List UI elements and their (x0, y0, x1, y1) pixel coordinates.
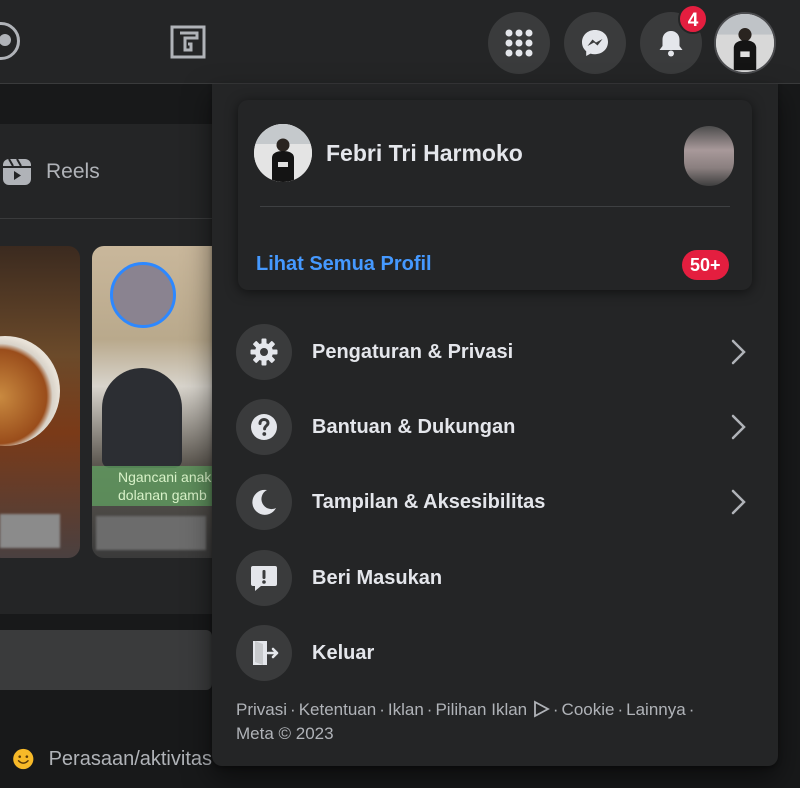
footer-link-more[interactable]: Lainnya (626, 700, 686, 719)
menu-item-help-support[interactable]: Bantuan & Dukungan (236, 397, 756, 457)
account-dropdown-menu: Febri Tri Harmoko Lihat Semua Profil 50+ (212, 84, 778, 766)
ad-choices-icon (533, 700, 550, 718)
footer-link-advertising[interactable]: Iklan (388, 700, 424, 719)
chevron-right-icon (731, 414, 746, 440)
menu-item-label: Beri Masukan (312, 566, 443, 589)
notification-count-badge: 4 (678, 4, 708, 34)
menu-item-label: Tampilan & Aksesibilitas (312, 490, 546, 513)
top-navigation-bar: 4 (0, 0, 800, 84)
menu-icon-container (236, 550, 292, 606)
messenger-icon (582, 30, 608, 56)
moon-icon (252, 489, 276, 515)
feeling-activity-button[interactable]: Perasaan/aktivitas (0, 730, 212, 788)
menu-item-logout[interactable]: Keluar (236, 623, 756, 683)
gaming-icon[interactable] (170, 25, 206, 59)
messenger-button[interactable] (564, 12, 626, 74)
tab-reels[interactable]: Reels (0, 150, 212, 194)
gear-icon (250, 338, 278, 366)
chevron-right-icon (731, 339, 746, 365)
avatar (254, 124, 312, 182)
menu-item-settings-privacy[interactable]: Pengaturan & Privasi (236, 322, 756, 382)
story-author-redacted (96, 516, 206, 550)
menu-item-display-accessibility[interactable]: Tampilan & Aksesibilitas (236, 472, 756, 532)
smiley-icon (13, 748, 34, 770)
story-card[interactable]: Ngancani anak l dolanan gamb (92, 246, 218, 558)
other-profile-thumbnail[interactable] (684, 126, 734, 186)
menu-icon-container (236, 474, 292, 530)
menu-item-label: Bantuan & Dukungan (312, 415, 516, 438)
copyright: Meta © 2023 (236, 724, 334, 743)
logout-icon (253, 641, 279, 665)
story-card[interactable] (0, 246, 80, 558)
divider (0, 218, 212, 219)
groups-icon[interactable] (0, 22, 20, 60)
menu-button[interactable] (488, 12, 550, 74)
story-image (0, 336, 60, 446)
footer-links: Privasi · Ketentuan · Iklan · Pilihan Iklan · C… (236, 700, 695, 743)
menu-icon-container (236, 399, 292, 455)
grid-menu-icon (505, 29, 533, 57)
profile-avatar (254, 124, 312, 182)
reels-icon (3, 158, 31, 185)
menu-item-label: Pengaturan & Privasi (312, 340, 514, 363)
story-avatar (110, 262, 176, 328)
story-caption: Ngancani anak l dolanan gamb (92, 466, 218, 506)
see-all-profiles-link[interactable]: Lihat Semua Profil (256, 252, 432, 276)
chevron-right-icon (731, 489, 746, 515)
menu-item-label: Keluar (312, 641, 375, 664)
post-composer-input[interactable] (0, 630, 212, 690)
profile-card: Febri Tri Harmoko Lihat Semua Profil 50+ (238, 100, 752, 290)
profiles-count-badge: 50+ (682, 250, 729, 280)
menu-icon-container (236, 625, 292, 681)
menu-icon-container (236, 324, 292, 380)
avatar (716, 14, 774, 72)
story-author-redacted (0, 514, 60, 548)
divider (260, 206, 730, 207)
reels-label: Reels (46, 160, 100, 183)
current-profile-row[interactable]: Febri Tri Harmoko (254, 124, 734, 182)
story-image (102, 368, 182, 468)
footer-link-ad-choices[interactable]: Pilihan Iklan (435, 700, 527, 719)
footer-link-terms[interactable]: Ketentuan (299, 700, 377, 719)
menu-item-give-feedback[interactable]: Beri Masukan (236, 548, 756, 608)
feeling-activity-label: Perasaan/aktivitas (48, 747, 212, 770)
profile-name: Febri Tri Harmoko (326, 139, 523, 166)
feedback-icon (251, 566, 277, 591)
bell-icon (659, 31, 683, 57)
page-background (778, 84, 800, 788)
footer-link-privacy[interactable]: Privasi (236, 700, 287, 719)
help-icon (251, 414, 277, 440)
footer-link-cookies[interactable]: Cookie (562, 700, 615, 719)
account-avatar-button[interactable] (714, 12, 776, 74)
